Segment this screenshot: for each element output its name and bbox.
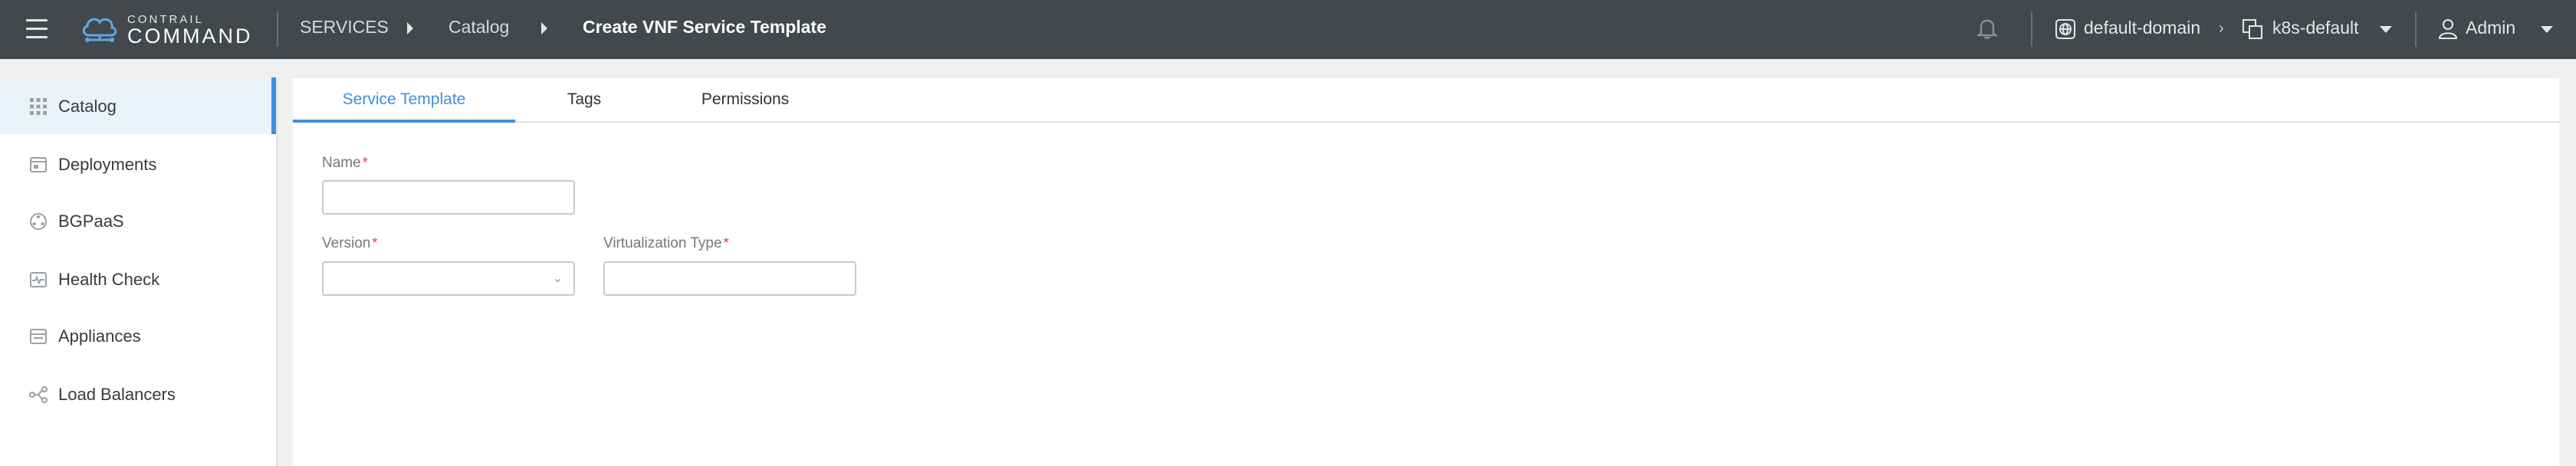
sidebar-item-label: Health Check [58, 270, 160, 289]
sidebar-item-label: Appliances [58, 327, 141, 346]
virtualization-type-label-text: Virtualization Type [603, 235, 722, 251]
divider [2415, 11, 2417, 47]
divider [277, 11, 278, 47]
load-balancer-icon [29, 386, 48, 403]
sidebar: Catalog Deployments BGPaaS Health Check … [0, 77, 278, 466]
grid-icon [30, 98, 47, 115]
tab-tags[interactable]: Tags [515, 90, 653, 109]
name-field-label: Name * [322, 155, 368, 172]
domain-selector[interactable]: default-domain [2084, 18, 2200, 38]
sidebar-item-deployments[interactable]: Deployments [0, 136, 276, 192]
health-check-icon [30, 272, 47, 287]
menu-icon[interactable] [26, 19, 48, 39]
deployments-icon [30, 157, 47, 172]
tab-service-template[interactable]: Service Template [293, 90, 515, 109]
version-field-label: Version * [322, 235, 377, 252]
virtualization-type-input[interactable] [603, 261, 856, 296]
virtualization-type-field-label: Virtualization Type * [603, 235, 729, 252]
breadcrumb-services[interactable]: SERVICES [300, 17, 389, 38]
user-menu[interactable]: Admin [2466, 18, 2515, 38]
sidebar-item-label: Catalog [58, 97, 117, 116]
top-navigation-bar: CONTRAIL COMMAND SERVICES Catalog Create… [0, 0, 2576, 59]
cloud-logo-icon [82, 18, 117, 42]
version-label-text: Version [322, 235, 371, 251]
appliances-icon [30, 329, 47, 344]
breadcrumb-catalog[interactable]: Catalog [449, 17, 509, 38]
chevron-down-icon: ⌄ [552, 272, 563, 285]
main-content-card: Service Template Tags Permissions Name * … [293, 77, 2559, 466]
name-label-text: Name [322, 155, 361, 171]
active-tab-indicator [293, 120, 515, 123]
required-marker: * [723, 235, 729, 251]
tab-permissions[interactable]: Permissions [653, 90, 837, 109]
contrail-command-logo[interactable]: CONTRAIL COMMAND [80, 11, 256, 48]
sidebar-item-label: Load Balancers [58, 385, 176, 404]
sidebar-item-catalog[interactable]: Catalog [0, 77, 276, 134]
sidebar-item-bgpaas[interactable]: BGPaaS [0, 192, 276, 249]
breadcrumb-separator-icon [541, 22, 547, 34]
project-selector[interactable]: k8s-default [2272, 18, 2359, 38]
project-icon [2242, 19, 2262, 39]
sidebar-item-label: BGPaaS [58, 212, 124, 231]
breadcrumb-separator-icon [407, 22, 413, 34]
name-input[interactable] [322, 180, 575, 215]
chevron-right-icon: › [2219, 20, 2224, 37]
required-marker: * [362, 155, 368, 170]
bgpaas-icon [30, 213, 47, 230]
logo-text-command: COMMAND [127, 25, 253, 48]
version-select[interactable]: ⌄ [322, 261, 575, 296]
divider [2031, 11, 2032, 47]
sidebar-item-load-balancers[interactable]: Load Balancers [0, 366, 276, 422]
tab-bar: Service Template Tags Permissions [293, 78, 2559, 123]
required-marker: * [372, 235, 378, 251]
bell-icon[interactable] [1976, 17, 1998, 40]
page-title: Create VNF Service Template [583, 17, 826, 37]
sidebar-item-appliances[interactable]: Appliances [0, 307, 276, 364]
project-dropdown-icon[interactable] [2380, 26, 2392, 33]
user-icon [2438, 19, 2458, 39]
domain-globe-icon [2055, 19, 2075, 39]
user-dropdown-icon[interactable] [2541, 26, 2553, 33]
sidebar-item-label: Deployments [58, 155, 157, 174]
sidebar-item-health-check[interactable]: Health Check [0, 251, 276, 307]
